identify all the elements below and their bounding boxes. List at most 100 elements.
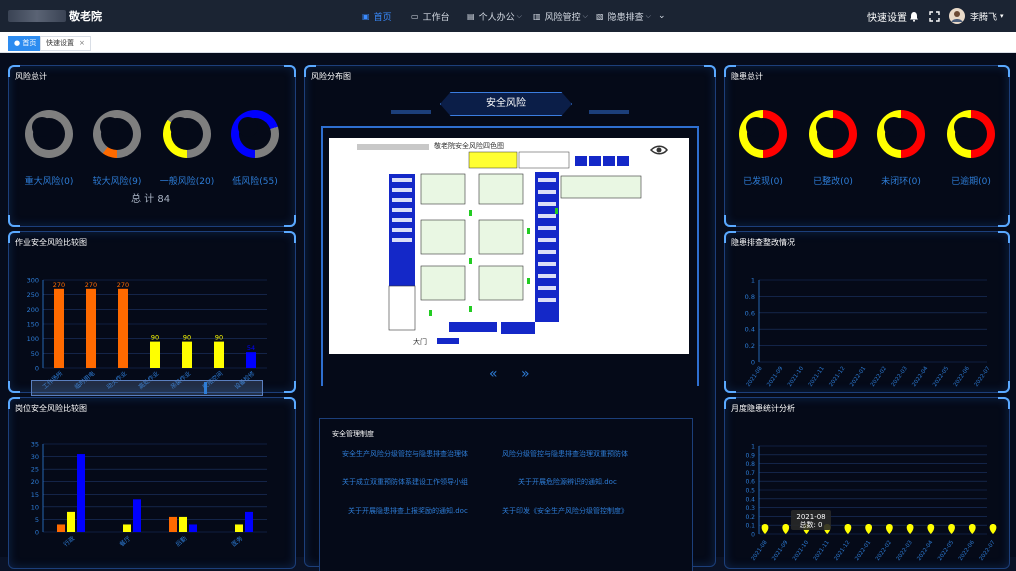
nav-workbench[interactable]: ▭ 工作台 bbox=[411, 0, 450, 32]
policy-link-1[interactable]: 安全生产风险分级管控与隐患排查治理体 bbox=[342, 449, 468, 459]
y-tick-label: 0.1 bbox=[745, 523, 755, 530]
office-icon: ▤ bbox=[467, 11, 475, 21]
x-tick-label: 2022-03 bbox=[896, 539, 914, 562]
x-tick-label: 餐厅 bbox=[118, 534, 132, 548]
bar bbox=[150, 341, 160, 368]
user-menu[interactable]: 李腾飞 ▾ bbox=[970, 0, 1004, 32]
next-arrow-icon[interactable]: » bbox=[521, 366, 530, 382]
data-pin bbox=[761, 524, 769, 534]
caret-down-icon: ▾ bbox=[1000, 12, 1004, 20]
bar-value-label: 270 bbox=[85, 281, 97, 289]
y-tick-label: 15 bbox=[31, 491, 39, 499]
y-tick-label: 0.4 bbox=[745, 326, 755, 334]
nav-risk-control[interactable]: ▥ 风险管控 ⌵ bbox=[533, 0, 588, 32]
y-tick-label: 20 bbox=[31, 478, 39, 486]
y-tick-label: 0.2 bbox=[745, 342, 755, 350]
tab-home[interactable]: ● 首页 bbox=[8, 36, 43, 51]
hazard-donut[interactable] bbox=[809, 110, 857, 158]
nav-personal-office[interactable]: ▤ 个人办公 ⌵ bbox=[467, 0, 522, 32]
data-pin bbox=[865, 524, 873, 534]
x-tick-label: 2022-01 bbox=[849, 366, 867, 388]
bar bbox=[246, 352, 256, 368]
home-icon: ▣ bbox=[362, 11, 370, 21]
x-tick-label: 医务 bbox=[230, 534, 244, 548]
policy-link-6[interactable]: 关于印发《安全生产风险分级管控制度》 bbox=[502, 506, 628, 516]
avatar[interactable] bbox=[949, 0, 965, 32]
close-icon[interactable]: × bbox=[79, 39, 85, 47]
x-tick-label: 2021-12 bbox=[828, 366, 846, 388]
x-tick-label: 2021-12 bbox=[833, 540, 851, 562]
data-pin bbox=[948, 524, 955, 534]
risk-donut[interactable] bbox=[231, 110, 279, 158]
banner-deco bbox=[391, 110, 431, 114]
risk-donut-label: 一般风险(20) bbox=[159, 177, 215, 187]
data-pin bbox=[885, 524, 893, 534]
nav-hazard-check[interactable]: ▧ 隐患排查 ⌵ bbox=[596, 0, 651, 32]
bar-value-label: 90 bbox=[183, 334, 191, 342]
policy-link-3[interactable]: 关于成立双重预防体系建设工作领导小组 bbox=[342, 477, 468, 487]
y-tick-label: 0.6 bbox=[745, 479, 755, 486]
hazard-donut[interactable] bbox=[877, 110, 925, 158]
dashboard: 风险总计 重大风险(0) 较大风险(9) 一般风险(20) 低风险(55) 总 计 8… bbox=[0, 53, 1016, 571]
panel-job-risk-chart: 作业安全风险比较图 0 50 100 150 200 250 300 270 工作场所 270 临时… bbox=[8, 231, 296, 396]
y-tick-label: 0 bbox=[35, 365, 39, 373]
bar-value-label: 54 bbox=[247, 344, 255, 352]
app-title: 敬老院 bbox=[69, 10, 102, 23]
panel-title: 风险分布图 bbox=[311, 72, 351, 81]
risk-donut-label: 低风险(55) bbox=[232, 177, 278, 187]
policy-link-4[interactable]: 关于开展危险源辨识的通知.doc bbox=[518, 477, 617, 487]
search-doc-icon: ▧ bbox=[596, 11, 604, 21]
eye-pupil bbox=[656, 147, 662, 153]
slider-handle[interactable] bbox=[204, 382, 207, 394]
policy-link-5[interactable]: 关于开展隐患排查上报奖励的通知.doc bbox=[348, 506, 468, 516]
chevron-down-icon: ⌵ bbox=[516, 11, 522, 20]
prev-arrow-icon[interactable]: « bbox=[489, 366, 498, 382]
y-tick-label: 0 bbox=[35, 529, 39, 537]
frame-line bbox=[321, 126, 699, 128]
x-tick-label: 2022-04 bbox=[916, 539, 934, 562]
x-tick-label: 2021-11 bbox=[813, 540, 831, 562]
risk-donut[interactable] bbox=[25, 110, 73, 158]
x-tick-label: 2022-05 bbox=[937, 539, 955, 562]
bar bbox=[214, 341, 224, 368]
risk-donut[interactable] bbox=[163, 110, 211, 158]
shield-icon: ▥ bbox=[533, 11, 541, 21]
bell-icon[interactable] bbox=[909, 0, 919, 32]
app-logo[interactable]: 敬老院 bbox=[8, 8, 102, 24]
risk-donut-label: 较大风险(9) bbox=[92, 177, 142, 187]
y-tick-label: 0.8 bbox=[745, 293, 755, 301]
y-tick-label: 1 bbox=[751, 444, 755, 451]
chevron-down-icon: ⌵ bbox=[582, 11, 588, 20]
x-tick-label: 2021-09 bbox=[766, 365, 784, 388]
hazard-donut[interactable] bbox=[739, 110, 787, 158]
nav-more-chevron[interactable]: ⌄ bbox=[658, 0, 666, 32]
chart-zoom-slider[interactable] bbox=[31, 380, 263, 396]
fullscreen-icon[interactable] bbox=[929, 0, 940, 32]
hazard-donut[interactable] bbox=[947, 110, 995, 158]
panel-title: 风险总计 bbox=[15, 72, 47, 81]
nav-home[interactable]: ▣ 首页 bbox=[362, 0, 392, 32]
y-tick-label: 50 bbox=[31, 350, 39, 358]
hazard-donut-label: 已逾期(0) bbox=[951, 177, 991, 187]
x-tick-label: 2022-02 bbox=[875, 540, 893, 562]
panel-safety-policies: 安全管理制度 安全生产风险分级管控与隐患排查治理体 风险分级管控与隐患排查治理双… bbox=[319, 418, 693, 571]
bar bbox=[179, 516, 187, 532]
quick-settings-link[interactable]: 快速设置 bbox=[867, 0, 907, 32]
user-name: 李腾飞 bbox=[970, 12, 998, 23]
bar-value-label: 270 bbox=[117, 281, 129, 289]
risk-four-color-map[interactable]: 敬老院安全风险四色图 大门 bbox=[329, 138, 689, 354]
risk-donut[interactable] bbox=[93, 110, 141, 158]
panel-post-risk-chart: 岗位安全风险比较图 0 5 10 15 20 25 30 35 行政 餐厅 后勤 医务 bbox=[8, 397, 296, 569]
job-risk-bar-chart: 050100150200250300270工作场所270临时用电270动火作业9… bbox=[27, 277, 267, 391]
tab-quick-settings[interactable]: 快速设置 × bbox=[40, 36, 91, 51]
y-tick-label: 0.9 bbox=[745, 452, 755, 459]
bar bbox=[86, 288, 96, 368]
bar bbox=[67, 511, 75, 532]
policy-link-2[interactable]: 风险分级管控与隐患排查治理双重预防体 bbox=[502, 449, 628, 459]
hazard-donut-label: 已整改(0) bbox=[813, 177, 853, 187]
policies-title: 安全管理制度 bbox=[332, 430, 374, 438]
tooltip-month: 2021-08 bbox=[796, 513, 825, 521]
y-tick-label: 0.3 bbox=[745, 505, 755, 512]
y-tick-label: 0.5 bbox=[745, 488, 755, 495]
y-tick-label: 1 bbox=[751, 277, 755, 285]
